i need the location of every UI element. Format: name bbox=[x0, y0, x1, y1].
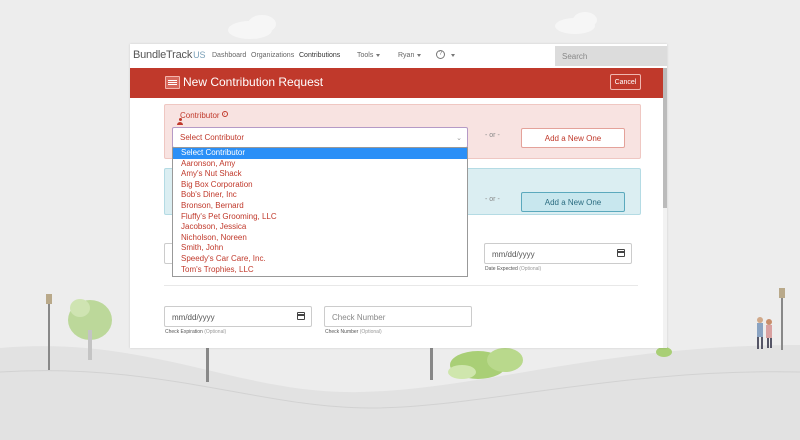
dropdown-option[interactable]: Fluffy's Pet Grooming, LLC bbox=[173, 212, 467, 223]
info-icon[interactable]: i bbox=[221, 111, 228, 117]
dropdown-option[interactable]: Aaronson, Amy bbox=[173, 159, 467, 170]
add-new-contributor-button[interactable]: Add a New One bbox=[521, 128, 625, 148]
or-separator: - or - bbox=[485, 132, 500, 139]
check-expiration-input[interactable]: mm/dd/yyyy bbox=[164, 306, 312, 327]
nav-tools-label: Tools bbox=[357, 52, 374, 59]
date-expected-label: Date Expected bbox=[485, 266, 518, 272]
nav-user-label: Ryan bbox=[398, 52, 415, 59]
contribution-form-icon bbox=[165, 76, 180, 89]
page-header: New Contribution Request Cancel bbox=[130, 68, 667, 98]
nav-dashboard[interactable]: Dashboard bbox=[212, 52, 246, 59]
check-expiration-value: mm/dd/yyyy bbox=[172, 313, 215, 322]
check-expiration-hint: Check Expiration (Optional) bbox=[165, 329, 226, 335]
check-number-label: Check Number bbox=[325, 329, 359, 335]
dropdown-option[interactable]: Bronson, Bernard bbox=[173, 201, 467, 212]
nav-organizations[interactable]: Organizations bbox=[251, 52, 294, 59]
date-expected-input[interactable]: mm/dd/yyyy bbox=[484, 243, 632, 264]
contributor-select[interactable]: Select Contributor ⌄ bbox=[172, 127, 468, 148]
dropdown-option[interactable]: Big Box Corporation bbox=[173, 180, 467, 191]
dropdown-option[interactable]: Speedy's Car Care, Inc. bbox=[173, 254, 467, 265]
chevron-down-icon: ⌄ bbox=[456, 135, 462, 142]
brand-logo[interactable]: BundleTrackUS bbox=[133, 49, 205, 61]
contributor-select-value: Select Contributor bbox=[180, 133, 245, 142]
chevron-down-icon bbox=[417, 53, 422, 57]
contributor-label: Contributor i bbox=[171, 111, 228, 125]
dropdown-option[interactable]: Amy's Nut Shack bbox=[173, 169, 467, 180]
brand-suffix: US bbox=[193, 50, 206, 60]
person-icon bbox=[177, 118, 183, 125]
dropdown-option[interactable]: Tom's Trophies, LLC bbox=[173, 265, 467, 276]
dropdown-option[interactable]: Bob's Diner, Inc bbox=[173, 190, 467, 201]
nav-user-menu[interactable]: Ryan bbox=[398, 52, 422, 59]
check-number-placeholder: Check Number bbox=[332, 313, 386, 322]
optional-tag: (Optional) bbox=[359, 329, 382, 335]
page-scrollbar[interactable] bbox=[663, 68, 667, 348]
date-expected-hint: Date Expected (Optional) bbox=[485, 266, 541, 272]
or-separator: - or - bbox=[485, 196, 500, 203]
scrollbar-thumb[interactable] bbox=[663, 68, 667, 208]
calendar-icon[interactable] bbox=[617, 249, 625, 257]
add-new-secondary-button[interactable]: Add a New One bbox=[521, 192, 625, 212]
date-expected-value: mm/dd/yyyy bbox=[492, 250, 535, 259]
check-number-input[interactable]: Check Number bbox=[324, 306, 472, 327]
dropdown-option[interactable]: Nicholson, Noreen bbox=[173, 233, 467, 244]
dropdown-option[interactable]: Jacobson, Jessica bbox=[173, 222, 467, 233]
chevron-down-icon bbox=[376, 53, 381, 57]
app-window: BundleTrackUS Dashboard Organizations Co… bbox=[130, 44, 667, 348]
check-number-hint: Check Number (Optional) bbox=[325, 329, 382, 335]
optional-tag: (Optional) bbox=[204, 329, 227, 335]
optional-tag: (Optional) bbox=[519, 266, 542, 272]
nav-tools-menu[interactable]: Tools bbox=[357, 52, 381, 59]
dropdown-option[interactable]: Smith, John bbox=[173, 243, 467, 254]
contributor-label-text: Contributor bbox=[180, 111, 220, 120]
help-icon[interactable]: ? bbox=[436, 50, 445, 59]
dropdown-option-selected[interactable]: Select Contributor bbox=[173, 148, 467, 159]
page-title: New Contribution Request bbox=[183, 75, 324, 89]
cancel-button[interactable]: Cancel bbox=[610, 74, 641, 90]
calendar-icon[interactable] bbox=[297, 312, 305, 320]
contributor-dropdown-list: Select Contributor Aaronson, Amy Amy's N… bbox=[172, 147, 468, 277]
check-expiration-label: Check Expiration bbox=[165, 329, 203, 335]
search-input[interactable] bbox=[555, 46, 667, 66]
section-divider bbox=[164, 285, 638, 286]
top-navbar: BundleTrackUS Dashboard Organizations Co… bbox=[130, 44, 667, 69]
chevron-down-icon[interactable] bbox=[451, 54, 455, 57]
nav-contributions[interactable]: Contributions bbox=[299, 52, 340, 59]
